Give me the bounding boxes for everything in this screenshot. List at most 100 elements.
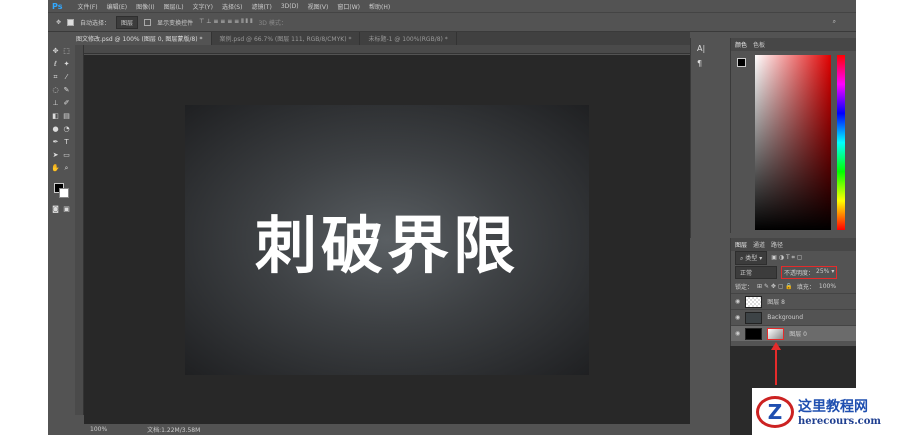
healing-tool-icon[interactable]: ◌ [51, 86, 60, 95]
tab-paths[interactable]: 路径 [771, 240, 783, 249]
blur-tool-icon[interactable]: ● [51, 125, 60, 134]
layer-mask-thumbnail[interactable] [767, 327, 785, 340]
menu-image[interactable]: 图像(I) [136, 2, 154, 11]
color-panel-foreground-swatch[interactable] [737, 58, 746, 67]
tab-doc-2[interactable]: 案例.psd @ 66.7% (图层 111, RGB/8/CMYK) * [212, 32, 361, 45]
menu-edit[interactable]: 编辑(E) [107, 2, 127, 11]
history-brush-icon[interactable]: ✐ [62, 99, 71, 108]
watermark: Z 这里教程网 herecours.com [752, 388, 900, 435]
options-bar: ✥ 自动选择： 图层 显示变换控件 ⊤ ⊥ ≡ ≡ ≡ ≡ ⫴ ⫴ ⫴ 3D 模… [48, 12, 856, 32]
hue-slider[interactable] [837, 55, 845, 230]
menu-filter[interactable]: 滤镜(T) [251, 2, 271, 11]
stamp-tool-icon[interactable]: ⊥ [51, 99, 60, 108]
show-transform-label: 显示变换控件 [157, 19, 194, 27]
menu-layer[interactable]: 图层(L) [164, 2, 184, 11]
fill-value[interactable]: 100% [819, 283, 836, 290]
crop-tool-icon[interactable]: ⌗ [51, 73, 60, 82]
gradient-tool-icon[interactable]: ▤ [62, 112, 71, 121]
annotation-arrow [775, 345, 777, 385]
move-tool-icon[interactable]: ✥ [51, 47, 60, 56]
3d-mode-label: 3D 模式： [258, 19, 287, 27]
status-bar: 100% 文档:1.22M/3.58M [84, 424, 690, 435]
brush-tool-icon[interactable]: ✎ [62, 86, 71, 95]
tab-color[interactable]: 颜色 [735, 40, 747, 49]
move-icon[interactable]: ✥ [56, 19, 61, 26]
background-color-swatch[interactable] [59, 188, 69, 198]
menu-3d[interactable]: 3D(D) [281, 3, 299, 10]
photoshop-window: Ps 文件(F) 编辑(E) 图像(I) 图层(L) 文字(Y) 选择(S) 滤… [48, 0, 856, 435]
layer-select-dropdown[interactable]: 图层 [116, 15, 139, 29]
menu-help[interactable]: 帮助(H) [369, 2, 390, 11]
horizontal-ruler [84, 45, 690, 54]
layer-name: 图层 8 [767, 299, 785, 306]
watermark-logo: Z [756, 395, 794, 428]
opacity-value[interactable]: 25% [816, 268, 829, 277]
menu-select[interactable]: 选择(S) [222, 2, 243, 11]
visibility-eye-icon[interactable]: ◉ [735, 314, 740, 321]
layer-name: 图层 0 [789, 331, 807, 338]
vertical-ruler [75, 45, 84, 415]
color-panel: 颜色 色板 [730, 38, 856, 233]
paragraph-panel-icon[interactable]: ¶ [691, 59, 730, 68]
layer-thumbnail [745, 295, 763, 308]
eyedropper-icon[interactable]: ⁄ [62, 73, 71, 82]
tools-panel: ✥ ⬚ ℓ ✦ ⌗ ⁄ ◌ ✎ ⊥ ✐ ◧ ▤ ● ◔ ✒ T ➤ ▭ ✋ ⌕ ◙ ▣ [50, 45, 72, 235]
visibility-eye-icon[interactable]: ◉ [735, 330, 740, 337]
document-tabs: 图文修改.psd @ 100% (图层 0, 图层蒙版/8) * 案例.psd … [68, 32, 690, 45]
layer-filter-value: 类型 [745, 255, 758, 262]
path-select-icon[interactable]: ➤ [51, 151, 60, 160]
lock-label: 锁定： [735, 283, 754, 291]
auto-select-checkbox[interactable] [67, 18, 75, 26]
document-canvas[interactable]: 刺破界限 [185, 105, 589, 375]
zoom-level[interactable]: 100% [90, 426, 107, 433]
pasteboard: 刺破界限 [84, 55, 690, 424]
watermark-name: 这里教程网 [798, 399, 868, 415]
layer-row[interactable]: ◉ 图层 8 [731, 293, 856, 309]
layers-panel: 图层 通道 路径 ⌕ 类型 ▾ ▣ ◑ T ⌗ ▢ 正常 不透明度： 25% ▾ 锁… [730, 238, 856, 346]
tab-layers[interactable]: 图层 [735, 240, 747, 249]
visibility-eye-icon[interactable]: ◉ [735, 298, 740, 305]
menu-window[interactable]: 窗口(W) [337, 2, 360, 11]
show-transform-checkbox[interactable] [144, 18, 152, 26]
magic-wand-icon[interactable]: ✦ [62, 60, 71, 69]
watermark-url: herecours.com [798, 416, 882, 427]
menu-type[interactable]: 文字(Y) [193, 2, 213, 11]
layer-filter-dropdown[interactable]: ⌕ 类型 ▾ [735, 251, 768, 265]
quick-mask-icon[interactable]: ◙ [51, 205, 60, 214]
menu-view[interactable]: 视图(V) [308, 2, 329, 11]
character-panel-icon[interactable]: A| [691, 38, 730, 59]
layer-name: Background [767, 314, 804, 321]
eraser-tool-icon[interactable]: ◧ [51, 112, 60, 121]
blend-mode-dropdown[interactable]: 正常 [735, 265, 777, 279]
align-icons[interactable]: ⊤ ⊥ ≡ ≡ ≡ ≡ ⫴ ⫴ ⫴ [199, 18, 252, 26]
opacity-control[interactable]: 不透明度： 25% ▾ [781, 265, 838, 279]
layer-thumbnail [745, 327, 763, 340]
lasso-tool-icon[interactable]: ℓ [51, 60, 60, 69]
menu-bar: Ps 文件(F) 编辑(E) 图像(I) 图层(L) 文字(Y) 选择(S) 滤… [48, 0, 856, 12]
auto-select-label: 自动选择： [80, 19, 111, 27]
search-icon[interactable]: ⌕ [833, 18, 836, 26]
hand-tool-icon[interactable]: ✋ [51, 164, 60, 173]
tab-doc-1[interactable]: 图文修改.psd @ 100% (图层 0, 图层蒙版/8) * [68, 32, 212, 45]
tab-channels[interactable]: 通道 [753, 240, 765, 249]
ps-logo: Ps [52, 1, 63, 11]
lock-icons[interactable]: ⊞ ✎ ✥ ▢ 🔒 [757, 283, 793, 290]
panel-icon-strip: A| ¶ [690, 38, 730, 238]
doc-size: 文档:1.22M/3.58M [147, 427, 201, 434]
shape-tool-icon[interactable]: ▭ [62, 151, 71, 160]
marquee-tool-icon[interactable]: ⬚ [62, 47, 71, 56]
tab-swatches[interactable]: 色板 [753, 40, 765, 49]
dodge-tool-icon[interactable]: ◔ [62, 125, 71, 134]
screen-mode-icon[interactable]: ▣ [62, 205, 71, 214]
annotation-arrowhead [771, 342, 781, 350]
filter-icons[interactable]: ▣ ◑ T ⌗ ▢ [771, 254, 802, 262]
color-picker-field[interactable] [755, 55, 831, 230]
layer-thumbnail [745, 311, 763, 324]
zoom-tool-icon[interactable]: ⌕ [62, 164, 71, 173]
layer-row[interactable]: ◉ Background [731, 309, 856, 325]
type-tool-icon[interactable]: T [62, 138, 71, 147]
tab-doc-3[interactable]: 未标题-1 @ 100%(RGB/8) * [360, 32, 457, 45]
menu-file[interactable]: 文件(F) [77, 2, 97, 11]
pen-tool-icon[interactable]: ✒ [51, 138, 60, 147]
layer-row-selected[interactable]: ◉ 图层 0 [731, 325, 856, 341]
